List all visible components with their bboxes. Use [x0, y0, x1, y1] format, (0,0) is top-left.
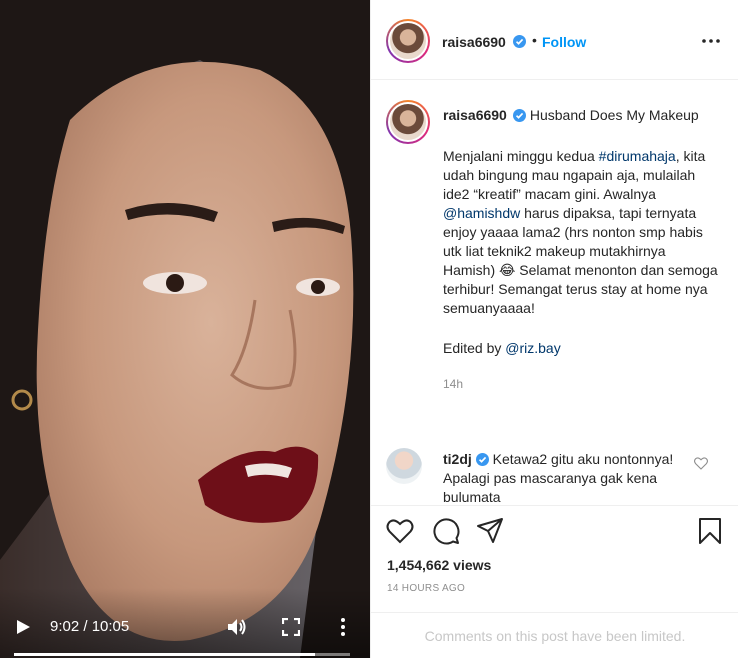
- verified-badge-icon: [513, 35, 526, 48]
- comments-limited-notice: Comments on this post have been limited.: [371, 612, 738, 658]
- video-progress-fill: [14, 653, 316, 656]
- caption-username[interactable]: raisa6690: [443, 107, 507, 123]
- header-separator: •: [532, 32, 537, 48]
- more-options-icon[interactable]: [336, 617, 350, 637]
- verified-badge-icon: [512, 109, 526, 122]
- caption-author-avatar[interactable]: [386, 100, 430, 144]
- edited-by: Edited by @riz.bay: [443, 339, 718, 358]
- post-panel: raisa6690 • Follow raisa6690 Husband Does…: [370, 0, 738, 658]
- comment-like-icon[interactable]: [694, 457, 708, 470]
- fullscreen-icon[interactable]: [282, 618, 300, 636]
- comment-icon[interactable]: [432, 517, 460, 545]
- author-username[interactable]: raisa6690: [442, 34, 506, 50]
- video-controls: 9:02 / 10:05: [0, 588, 370, 658]
- volume-icon[interactable]: [226, 617, 248, 637]
- commenter-avatar[interactable]: [386, 448, 422, 484]
- post-options-icon[interactable]: [701, 34, 721, 48]
- share-icon[interactable]: [476, 517, 504, 545]
- caption-body: Menjalani minggu kedua #dirumahaja, kita…: [443, 147, 718, 318]
- hashtag-link[interactable]: #dirumahaja: [599, 148, 676, 164]
- caption-title: Husband Does My Makeup: [529, 107, 699, 123]
- post-header: raisa6690 • Follow: [371, 0, 738, 80]
- caption-header: raisa6690 Husband Does My Makeup: [443, 106, 718, 125]
- save-bookmark-icon[interactable]: [696, 517, 724, 545]
- comment-text: ti2dj Ketawa2 gitu aku nontonnya! Apalag…: [443, 450, 693, 504]
- post-date[interactable]: 14 HOURS AGO: [387, 583, 465, 594]
- view-count[interactable]: 1,454,662 views: [387, 557, 491, 573]
- editor-mention-link[interactable]: @riz.bay: [505, 340, 560, 356]
- edited-by-label: Edited by: [443, 340, 506, 356]
- video-frame: [0, 0, 370, 658]
- caption-text-3: harus dipaksa, tapi ternyata enjoy yaaaa…: [443, 205, 718, 316]
- caption-text-1: Menjalani minggu kedua: [443, 148, 599, 164]
- verified-badge-icon: [475, 453, 489, 466]
- play-icon[interactable]: [14, 618, 32, 636]
- video-player[interactable]: 9:02 / 10:05: [0, 0, 370, 658]
- follow-button[interactable]: Follow: [542, 34, 586, 50]
- like-icon[interactable]: [386, 517, 414, 545]
- author-avatar[interactable]: [386, 19, 430, 63]
- caption-timestamp[interactable]: 14h: [443, 375, 718, 394]
- mention-link[interactable]: @hamishdw: [443, 205, 520, 221]
- video-time: 9:02 / 10:05: [50, 618, 130, 635]
- post-actions: 1,454,662 views 14 HOURS AGO Comments on…: [371, 505, 738, 658]
- commenter-username[interactable]: ti2dj: [443, 451, 472, 467]
- video-progress-bar[interactable]: [14, 653, 350, 656]
- caption-area: raisa6690 Husband Does My Makeup Menjalan…: [371, 80, 738, 504]
- caption: raisa6690 Husband Does My Makeup Menjalan…: [443, 106, 718, 394]
